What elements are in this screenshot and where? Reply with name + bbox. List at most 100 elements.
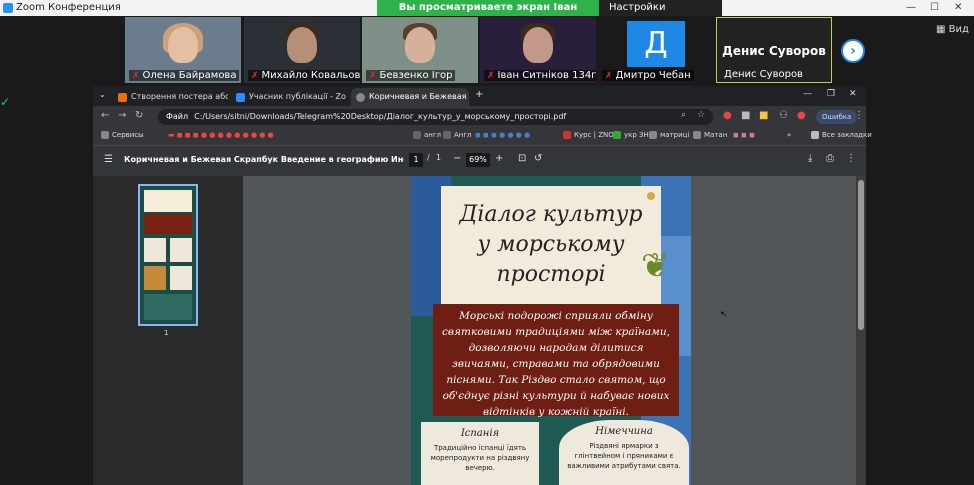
- zoom-app-icon: [3, 3, 13, 13]
- zoom-in-icon[interactable]: +: [495, 153, 503, 164]
- thumb-block: [144, 238, 166, 262]
- participant-display-name: Денис Суворов: [722, 44, 826, 58]
- minimize-icon[interactable]: —: [906, 2, 916, 13]
- extension-icon[interactable]: ■: [759, 110, 768, 121]
- zoom-titlebar: Zoom Конференция Вы просматриваете экран…: [0, 0, 974, 29]
- mic-muted-icon: ✗: [251, 71, 259, 81]
- error-badge[interactable]: Ошибка: [816, 110, 858, 124]
- rotate-icon[interactable]: ↺: [534, 153, 542, 164]
- zoom-out-icon[interactable]: −: [453, 153, 461, 164]
- bookmark-item[interactable]: Курс | ZNO: [563, 131, 614, 139]
- extension-icon[interactable]: ■: [741, 110, 750, 121]
- tab-poster[interactable]: Створення постера або букл: [113, 88, 228, 106]
- participant-name: ✗ Михайло Ковальов: [248, 70, 360, 81]
- poster-title-line: Діалог культур: [459, 202, 643, 227]
- video-face: [405, 27, 435, 63]
- hamburger-menu-icon[interactable]: ☰: [104, 154, 113, 165]
- zoom-lens-icon[interactable]: ⌕: [681, 110, 686, 120]
- poster-body: Морські подорожі сприяли обміну святкови…: [433, 304, 679, 418]
- page-thumbnail[interactable]: [138, 184, 198, 326]
- mic-muted-icon: ✗: [605, 71, 613, 81]
- back-icon[interactable]: ←: [101, 110, 109, 121]
- bookmark-favicon: [613, 131, 621, 139]
- bookmark-item[interactable]: матриці: [649, 131, 689, 139]
- avatar: Д: [627, 21, 685, 67]
- url-text: C:/Users/sitni/Downloads/Telegram%20Desk…: [194, 112, 567, 121]
- bookmark-icon[interactable]: ▬ ◼ ◼ ◼ ● ● ● ● ● ● ● ● ●: [168, 131, 274, 139]
- thumbnail-page-number: 1: [164, 329, 169, 337]
- card-title: Німеччина: [595, 426, 653, 437]
- bookmark-icon[interactable]: ◼ ◼ ◼: [733, 131, 755, 139]
- tab-label: Створення постера або букл: [131, 92, 228, 101]
- shared-browser-window: ⌄ Створення постера або букл Учасник пуб…: [93, 86, 872, 485]
- bookmarks-overflow-icon[interactable]: »: [787, 131, 791, 139]
- bookmark-favicon: [443, 131, 451, 139]
- pdf-viewer[interactable]: Діалог культур у морському просторі ❦ Мо…: [243, 176, 856, 485]
- participant-name: Денис Суворов: [724, 69, 803, 80]
- scrollbar[interactable]: [856, 176, 866, 485]
- reload-icon[interactable]: ↻: [135, 110, 143, 121]
- poster-title: Діалог культур у морському просторі: [441, 186, 661, 316]
- page-total: 1: [436, 153, 442, 162]
- page-number-input[interactable]: 1: [409, 153, 423, 167]
- view-options-button[interactable]: Настройки просмотра ⌄: [599, 0, 722, 29]
- bookmark-item[interactable]: Матан: [693, 131, 727, 139]
- bookmark-item[interactable]: англ: [413, 131, 441, 139]
- thumb-block: [144, 190, 192, 212]
- card-text: Різдвяні ярмарки з глінтвейном і пряника…: [567, 442, 681, 470]
- participant-tile[interactable]: ✗ Іван Ситніков 134гр: [480, 17, 596, 83]
- close-icon[interactable]: ✕: [849, 89, 857, 99]
- bookmark-favicon: [413, 131, 421, 139]
- poster-title-line: просторі: [496, 262, 606, 287]
- menu-icon[interactable]: ⋮: [854, 110, 864, 121]
- card-text: Традиційно іспанці їдять морепродукти на…: [430, 444, 530, 472]
- next-page-button[interactable]: ›: [841, 39, 865, 63]
- video-face: [523, 27, 553, 63]
- participant-name: ✗ Дмитро Чебан: [602, 70, 694, 81]
- card-spain: Іспанія Традиційно іспанці їдять морепро…: [421, 422, 539, 485]
- new-tab-icon[interactable]: +: [475, 89, 483, 100]
- minimize-icon[interactable]: —: [803, 89, 812, 99]
- participant-tile[interactable]: ✗ Михайло Ковальов: [244, 17, 360, 83]
- maximize-icon[interactable]: ❐: [827, 89, 835, 99]
- bookmarks-bar: Сервисы ▬ ◼ ◼ ◼ ● ● ● ● ● ● ● ● ● англ А…: [93, 128, 872, 146]
- participant-tile[interactable]: Денис Суворов Денис Суворов: [716, 17, 832, 83]
- ornament-icon: [647, 192, 655, 200]
- page-separator: /: [427, 153, 430, 162]
- puzzle-icon[interactable]: ⚇: [779, 110, 788, 121]
- more-options-icon[interactable]: ⋮: [846, 153, 856, 164]
- url-input[interactable]: Файл C:/Users/sitni/Downloads/Telegram%20…: [158, 109, 713, 125]
- print-icon[interactable]: ⎙: [826, 153, 834, 164]
- extension-icon[interactable]: ●: [723, 110, 732, 121]
- view-button[interactable]: ▦ Вид: [936, 24, 969, 35]
- tab-search-icon[interactable]: ⌄: [99, 90, 106, 99]
- all-bookmarks[interactable]: Все закладки: [811, 131, 872, 139]
- status-indicator-icon: ✓: [0, 95, 11, 109]
- fit-page-icon[interactable]: ⊡: [518, 153, 526, 164]
- star-icon[interactable]: ☆: [697, 110, 705, 120]
- tab-label: Учасник публікації - Zoom: [249, 92, 346, 101]
- profile-icon[interactable]: ●: [797, 110, 806, 121]
- scrollbar-thumb[interactable]: [858, 180, 864, 330]
- participant-tile[interactable]: ✗ Бевзенко Ігор: [362, 17, 478, 83]
- thumb-block: [170, 238, 192, 262]
- tab-zoom[interactable]: Учасник публікації - Zoom: [231, 88, 346, 106]
- zoom-level-input[interactable]: 69%: [466, 153, 490, 167]
- mic-muted-icon: ✗: [369, 71, 377, 81]
- bookmark-item[interactable]: Сервисы: [101, 131, 144, 139]
- app-title: Zoom Конференция: [16, 2, 121, 13]
- poster-title-line: у морському: [477, 232, 625, 257]
- bookmark-item[interactable]: Англ: [443, 131, 472, 139]
- participant-tile[interactable]: ✗ Олена Байрамова: [125, 17, 241, 83]
- download-icon[interactable]: ⤓: [808, 153, 812, 164]
- tab-pdf[interactable]: Коричневая и Бежевая Скра: [351, 88, 469, 106]
- bookmark-favicon: [649, 131, 657, 139]
- close-icon[interactable]: ✕: [954, 2, 962, 13]
- url-scheme: Файл: [166, 112, 189, 121]
- tab-favicon: [118, 93, 127, 102]
- mic-muted-icon: ✗: [487, 71, 495, 81]
- forward-icon[interactable]: →: [118, 110, 126, 121]
- bookmark-icon[interactable]: ◼ ◼ ◼ ● ● ● ●: [475, 131, 530, 139]
- apps-icon: [101, 131, 109, 139]
- maximize-icon[interactable]: ☐: [930, 2, 939, 13]
